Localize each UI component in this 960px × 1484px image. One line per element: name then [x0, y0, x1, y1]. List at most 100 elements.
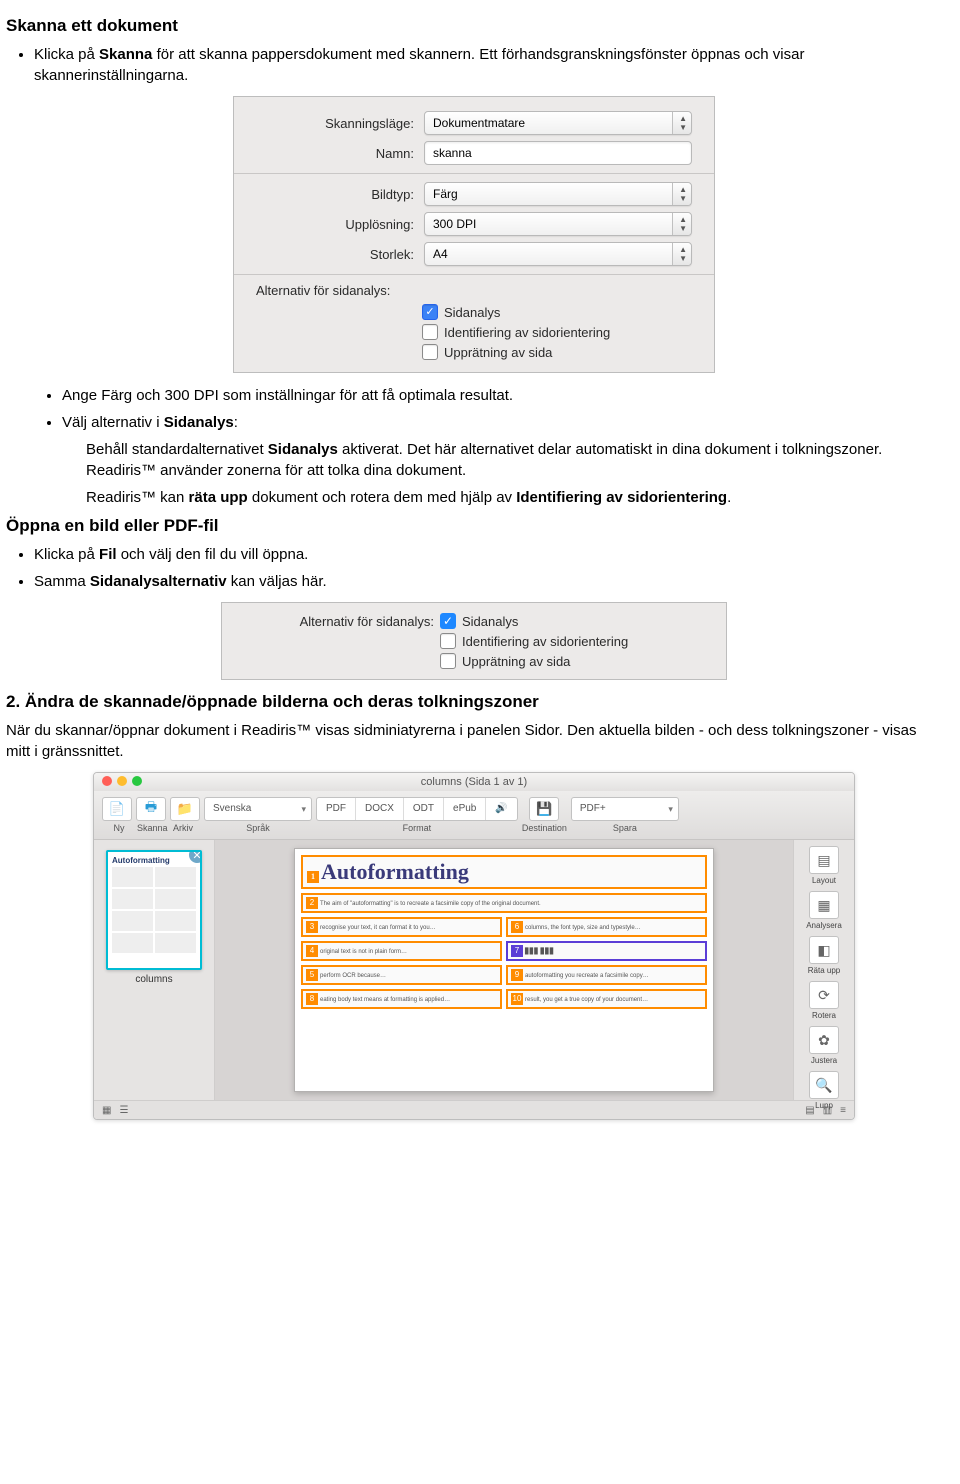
toolbar-label: Ny [105, 823, 133, 833]
doc-bullet: Klicka på Fil och välj den fil du vill ö… [34, 544, 942, 565]
select-size[interactable]: A4▲▼ [424, 242, 692, 266]
checkbox-row-deskew[interactable]: Upprätning av sida [422, 344, 714, 360]
window-titlebar: columns (Sida 1 av 1) [94, 773, 854, 791]
zone-text[interactable]: 8eating body text means at formatting is… [301, 989, 502, 1009]
analyze-icon: ▦ [809, 891, 839, 919]
label-scan-mode: Skanningsläge: [234, 116, 424, 131]
app-toolbar: 📄 🖶 📁 Ny Skanna Arkiv Svenska Språk PDF … [94, 791, 854, 840]
format-epub[interactable]: ePub [444, 798, 486, 820]
separator [234, 173, 714, 174]
language-select[interactable]: Svenska [204, 797, 312, 821]
window-controls[interactable] [102, 776, 142, 786]
zone-text[interactable]: 6columns, the font type, size and typest… [506, 917, 707, 937]
toolbar-label: Destination [522, 823, 567, 833]
label-resolution: Upplösning: [234, 217, 424, 232]
checkbox-icon [422, 324, 438, 340]
heading-andra: 2. Ändra de skannade/öppnade bilderna oc… [6, 692, 942, 712]
zone-text[interactable]: 10result, you get a true copy of your do… [506, 989, 707, 1009]
text: : [234, 414, 238, 431]
format-segmented[interactable]: PDF DOCX ODT ePub 🔊 [316, 797, 518, 821]
layout-button[interactable]: ▤Layout [809, 846, 839, 885]
select-image-type[interactable]: Färg▲▼ [424, 182, 692, 206]
document-viewer: 1Autoformatting 2The aim of "autoformatt… [215, 840, 793, 1100]
new-button[interactable]: 📄 [102, 797, 132, 821]
file-button[interactable]: 📁 [170, 797, 200, 821]
deskew-button[interactable]: ◧Räta upp [808, 936, 840, 975]
rotate-button[interactable]: ⟳Rotera [809, 981, 839, 1020]
zone-graphic[interactable]: 7▊▊▊ ▊▊▊ [506, 941, 707, 961]
adjust-icon: ✿ [809, 1026, 839, 1054]
select-scan-mode[interactable]: Dokumentmatare▲▼ [424, 111, 692, 135]
deskew-icon: ◧ [809, 936, 839, 964]
checkbox-icon[interactable] [440, 633, 456, 649]
sidanalys-options-strip: Alternativ för sidanalys:✓Sidanalys Iden… [221, 602, 727, 680]
zone-text[interactable]: 5perform OCR because… [301, 965, 502, 985]
select-resolution[interactable]: 300 DPI▲▼ [424, 212, 692, 236]
analyze-button[interactable]: ▦Analysera [806, 891, 842, 930]
doc-bullet: Ange Färg och 300 DPI som inställningar … [62, 385, 942, 406]
zones-view-icon[interactable]: ▥ [823, 1105, 832, 1116]
zone-text[interactable]: 9autoformatting you recreate a facsimile… [506, 965, 707, 985]
paragraph: När du skannar/öppnar dokument i Readiri… [6, 720, 942, 762]
checkbox-row-sidanalys[interactable]: Sidanalys [422, 304, 714, 320]
paragraph: Readiris™ kan räta upp dokument och rote… [86, 487, 942, 508]
zone-text[interactable]: 2The aim of "autoformatting" is to recre… [301, 893, 707, 913]
thumbnail-panel: ✕ Autoformatting columns [94, 840, 215, 1100]
scan-button[interactable]: 🖶 [136, 797, 166, 821]
document-page[interactable]: 1Autoformatting 2The aim of "autoformatt… [294, 848, 714, 1092]
layout-icon: ▤ [809, 846, 839, 874]
app-window: columns (Sida 1 av 1) 📄 🖶 📁 Ny Skanna Ar… [93, 772, 855, 1120]
window-title: columns (Sida 1 av 1) [421, 776, 527, 788]
zone-text[interactable]: 3recognise your text, it can format it t… [301, 917, 502, 937]
checkbox-label: Upprätning av sida [444, 345, 552, 360]
checkbox-row-sidorientation[interactable]: Identifiering av sidorientering [422, 324, 714, 340]
loupe-icon: 🔍 [809, 1071, 839, 1099]
input-name[interactable]: skanna [424, 141, 692, 165]
page-thumbnail[interactable]: ✕ Autoformatting [106, 850, 202, 970]
toolbar-label: Skanna [137, 823, 165, 833]
text-bold: Skanna [99, 46, 152, 63]
close-icon[interactable] [102, 776, 112, 786]
text: Klicka på [34, 46, 99, 63]
doc-bullet: Samma Sidanalysalternativ kan väljas här… [34, 571, 942, 592]
rotate-icon: ⟳ [809, 981, 839, 1009]
toolbar-label: Språk [246, 823, 270, 833]
maximize-icon[interactable] [132, 776, 142, 786]
format-pdf[interactable]: PDF [317, 798, 356, 820]
grid-view-icon[interactable]: ▦ [102, 1105, 111, 1116]
toolbar-label: Arkiv [169, 823, 197, 833]
zone-text[interactable]: 4original text is not in plain form… [301, 941, 502, 961]
checkbox-label: Sidanalys [444, 305, 500, 320]
separator [234, 274, 714, 275]
zone-title[interactable]: 1Autoformatting [301, 855, 707, 889]
checkbox-icon [422, 304, 438, 320]
format-odt[interactable]: ODT [404, 798, 444, 820]
checkbox-checked-icon[interactable]: ✓ [440, 613, 456, 629]
format-docx[interactable]: DOCX [356, 798, 404, 820]
toolbar-label: Spara [613, 823, 637, 833]
adjust-button[interactable]: ✿Justera [809, 1026, 839, 1065]
text-view-icon[interactable]: ≡ [840, 1105, 846, 1116]
tools-sidebar: ▤Layout ▦Analysera ◧Räta upp ⟳Rotera ✿Ju… [793, 840, 854, 1100]
label-sidanalys-options: Alternativ för sidanalys: [234, 614, 440, 629]
thumb-view-icon[interactable]: ▤ [805, 1105, 814, 1116]
minimize-icon[interactable] [117, 776, 127, 786]
paragraph: Behåll standardalternativet Sidanalys ak… [86, 439, 942, 481]
save-format-select[interactable]: PDF+ [571, 797, 679, 821]
list-view-icon[interactable]: ☰ [119, 1105, 128, 1116]
doc-bullet: Välj alternativ i Sidanalys: Behåll stan… [62, 412, 942, 508]
doc-bullet: Klicka på Skanna för att skanna pappersd… [34, 44, 942, 86]
destination-button[interactable]: 💾 [529, 797, 559, 821]
toolbar-label: Format [403, 823, 432, 833]
format-audio[interactable]: 🔊 [486, 798, 516, 820]
checkbox-icon[interactable] [440, 653, 456, 669]
checkbox-label: Identifiering av sidorientering [444, 325, 610, 340]
scan-settings-panel: Skanningsläge: Dokumentmatare▲▼ Namn: sk… [233, 96, 715, 373]
checkbox-label: Upprätning av sida [462, 654, 570, 669]
label-size: Storlek: [234, 247, 424, 262]
label-sidanalys-options: Alternativ för sidanalys: [234, 283, 400, 298]
text: Välj alternativ i [62, 414, 164, 431]
label-name: Namn: [234, 146, 424, 161]
checkbox-icon [422, 344, 438, 360]
label-image-type: Bildtyp: [234, 187, 424, 202]
